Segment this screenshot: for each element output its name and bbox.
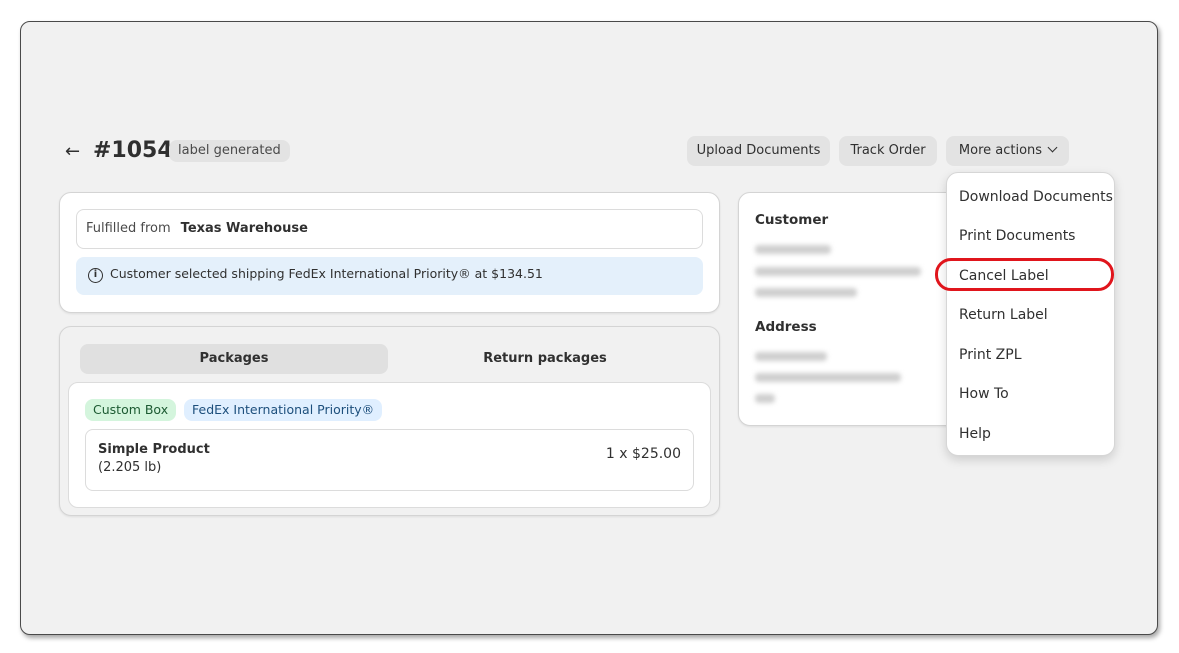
tab-return-packages-label: Return packages xyxy=(483,351,607,366)
customer-name-redacted xyxy=(755,245,831,254)
status-badge: label generated xyxy=(169,140,290,162)
more-actions-button[interactable]: More actions xyxy=(946,136,1069,166)
back-arrow-icon[interactable]: ← xyxy=(65,140,80,164)
page-title: #1054 xyxy=(93,138,173,163)
upload-documents-button[interactable]: Upload Documents xyxy=(687,136,830,166)
menu-item-print-documents[interactable]: Print Documents xyxy=(959,226,1075,246)
product-price: 1 x $25.00 xyxy=(605,446,681,462)
app-frame: ← #1054 label generated Upload Documents… xyxy=(20,21,1158,635)
customer-heading: Customer xyxy=(755,212,829,228)
customer-phone-redacted xyxy=(755,288,857,297)
fulfilled-card: Fulfilled from Texas Warehouse i Customer… xyxy=(59,192,720,313)
menu-item-how-to[interactable]: How To xyxy=(959,384,1009,404)
address-heading: Address xyxy=(755,319,817,335)
menu-item-help[interactable]: Help xyxy=(959,424,991,444)
warehouse-name: Texas Warehouse xyxy=(180,221,308,236)
customer-card: Customer Address xyxy=(738,192,968,426)
menu-item-print-zpl[interactable]: Print ZPL xyxy=(959,345,1022,365)
menu-item-download-documents[interactable]: Download Documents xyxy=(959,187,1113,207)
box-tag: Custom Box xyxy=(85,399,177,421)
chevron-down-icon xyxy=(1047,142,1058,153)
menu-item-return-label[interactable]: Return Label xyxy=(959,305,1048,325)
fulfilled-from-label: Fulfilled from xyxy=(86,221,171,236)
upload-documents-label: Upload Documents xyxy=(696,143,821,158)
shipping-info-banner: i Customer selected shipping FedEx Inter… xyxy=(76,257,703,295)
address-line-3-redacted xyxy=(755,394,775,403)
customer-email-redacted xyxy=(755,267,921,276)
menu-item-cancel-label[interactable]: Cancel Label xyxy=(959,266,1049,286)
fulfilled-from-box: Fulfilled from Texas Warehouse xyxy=(76,209,703,249)
product-row: Simple Product (2.205 lb) 1 x $25.00 xyxy=(85,429,694,491)
shipping-info-text: Customer selected shipping FedEx Interna… xyxy=(110,266,543,281)
packages-card: Packages Return packages Custom Box FedE… xyxy=(59,326,720,516)
address-line-2-redacted xyxy=(755,373,901,382)
more-actions-label: More actions xyxy=(958,143,1043,158)
service-tag: FedEx International Priority® xyxy=(184,399,383,421)
product-name: Simple Product xyxy=(98,442,210,457)
more-actions-dropdown: Download Documents Print Documents Cance… xyxy=(946,172,1115,456)
address-line-1-redacted xyxy=(755,352,827,361)
package-panel: Custom Box FedEx International Priority®… xyxy=(68,382,711,508)
info-icon: i xyxy=(88,268,103,283)
tab-return-packages[interactable]: Return packages xyxy=(390,344,700,374)
tab-packages-label: Packages xyxy=(199,351,269,366)
track-order-label: Track Order xyxy=(850,143,926,158)
tab-packages[interactable]: Packages xyxy=(80,344,388,374)
product-weight: (2.205 lb) xyxy=(98,460,162,475)
track-order-button[interactable]: Track Order xyxy=(839,136,937,166)
